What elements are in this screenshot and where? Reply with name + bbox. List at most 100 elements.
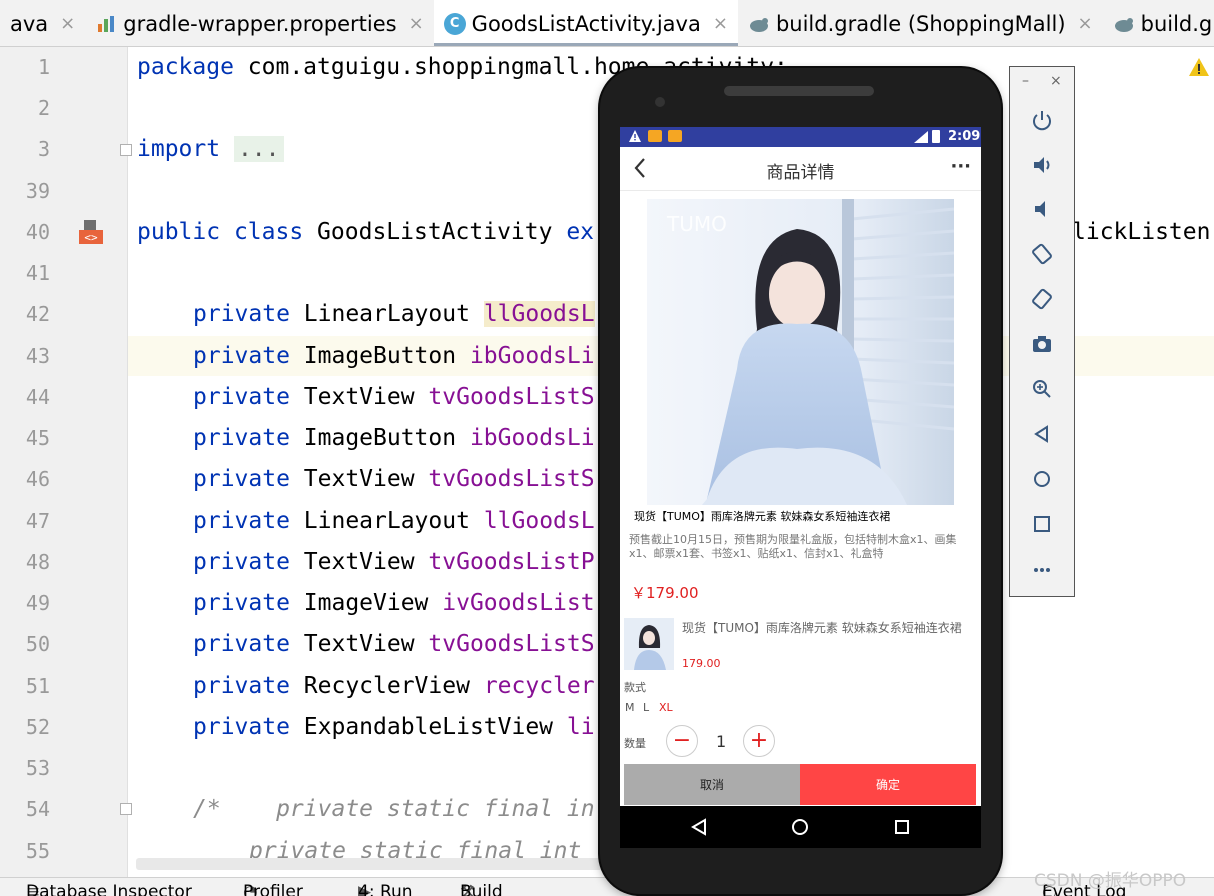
nav-recents-icon[interactable] [893,818,911,840]
line-number: 53 [25,756,50,780]
java-class-icon: C [443,12,466,35]
quantity-label: 数量 [624,737,646,750]
code-line-50: private TextView tvGoodsListS [193,631,595,657]
option-xl[interactable]: XL [659,701,673,714]
horizontal-scrollbar[interactable] [136,858,616,870]
tab-build-gradle-app[interactable]: build.gradle (:ap [1103,0,1214,46]
csdn-watermark: CSDN @振华OPPO [1034,871,1187,891]
code-line-40-tail: lickListen [1072,219,1211,245]
line-number: 47 [25,509,50,533]
tab-java-partial[interactable]: ava × [0,0,85,46]
line-number: 48 [25,550,50,574]
battery-icon [932,130,940,143]
nav-back-icon[interactable] [690,818,708,840]
nav-home-icon[interactable] [791,818,809,840]
increase-quantity-button[interactable]: + [743,725,775,757]
code-line-45: private ImageButton ibGoodsLi [193,425,595,451]
line-number: 54 [25,797,50,821]
close-icon[interactable]: × [1050,73,1062,89]
code-line-54: /* private static final in [193,796,595,822]
more-icon[interactable] [1010,552,1074,586]
close-icon[interactable]: × [713,13,728,34]
zoom-icon[interactable] [1010,372,1074,406]
close-icon[interactable]: × [60,13,75,34]
line-number: 49 [25,591,50,615]
line-number: 2 [37,96,50,120]
back-icon[interactable] [1010,417,1074,451]
earpiece-speaker [724,86,874,96]
warning-icon[interactable] [1188,56,1210,78]
front-camera [655,97,665,107]
code-line-48: private TextView tvGoodsListP [193,549,595,575]
android-studio-window: ava × gradle-wrapper.properties × C Good… [0,0,1214,896]
gradle-icon [748,13,770,35]
tab-gradle-wrapper-properties[interactable]: gradle-wrapper.properties × [85,0,433,46]
tab-goods-list-activity[interactable]: C GoodsListActivity.java × [433,0,739,46]
product-image: TUMO [647,199,954,505]
close-icon[interactable]: × [409,13,424,34]
sku-thumbnail [624,618,674,670]
code-line-44: private TextView tvGoodsListS [193,384,595,410]
line-number: 40 [25,220,50,244]
code-line-51: private RecyclerView recycler [193,673,595,699]
style-label: 款式 [624,681,646,694]
tab-build-gradle-project[interactable]: build.gradle (ShoppingMall) × [738,0,1103,46]
sku-price: 179.00 [682,657,721,670]
line-number: 46 [25,467,50,491]
fold-toggle-icon[interactable] [120,144,132,156]
fold-toggle-icon[interactable] [120,803,132,815]
power-icon[interactable] [1010,103,1074,137]
notification-icon [648,130,662,142]
code-line-47: private LinearLayout llGoodsL [193,508,595,534]
code-line-43: private ImageButton ibGoodsLi [193,343,595,369]
device-screen[interactable]: 2:09 商品详情 ··· TUMO 现货【TUMO】雨库洛牌元素 软妹森女系短… [620,127,981,806]
signal-icon [914,131,928,147]
code-line-3: import ... [137,129,284,170]
notification-icon [668,130,682,142]
line-number: 42 [25,302,50,326]
tab-label: build.gradle (ShoppingMall) [775,11,1066,36]
line-number: 50 [25,632,50,656]
quantity-value: 1 [716,732,727,751]
confirm-button[interactable]: 确定 [800,764,976,805]
minimize-icon[interactable]: – [1022,73,1029,89]
line-number: 41 [25,261,50,285]
rotate-right-icon[interactable] [1010,282,1074,316]
code-line-42: private LinearLayout llGoodsL [193,301,595,327]
overview-icon[interactable] [1010,507,1074,541]
sku-name: 现货【TUMO】雨库洛牌元素 软妹森女系短袖连衣裙 [682,621,962,635]
alert-icon [628,129,642,147]
page-title: 商品详情 [766,163,835,183]
cancel-button[interactable]: 取消 [624,764,800,805]
status-time: 2:09 [948,129,981,144]
code-line-52: private ExpandableListView li [193,714,595,740]
line-number: 55 [25,839,50,863]
volume-down-icon[interactable] [1010,192,1074,226]
product-price: ￥179.00 [631,584,699,602]
rotate-left-icon[interactable] [1010,237,1074,271]
line-number: 43 [25,344,50,368]
android-status-bar: 2:09 [620,127,981,147]
option-m[interactable]: M [625,701,635,714]
home-icon[interactable] [1010,462,1074,496]
decrease-quantity-button[interactable]: − [666,725,698,757]
folded-imports[interactable]: ... [233,136,284,162]
option-l[interactable]: L [643,701,649,714]
svg-text:<>: <> [84,231,98,244]
line-number: 1 [37,55,50,79]
line-number: 44 [25,385,50,409]
close-icon[interactable]: × [1078,13,1093,34]
tab-label: gradle-wrapper.properties [123,11,397,36]
android-nav-bar [620,806,981,848]
line-number: 51 [25,674,50,698]
more-options-icon[interactable]: ··· [950,156,971,177]
code-line-46: private TextView tvGoodsListS [193,466,595,492]
tab-label: GoodsListActivity.java [471,11,701,36]
line-number: 3 [37,137,50,161]
tab-label: ava [10,11,49,36]
tool-window-bar: ≡ Database Inspector ◔ Profiler ▶ 4: Run… [0,877,1214,896]
code-line-49: private ImageView ivGoodsList [193,590,595,616]
camera-icon[interactable] [1010,327,1074,361]
implements-gutter-icon[interactable]: <> [78,219,104,245]
volume-up-icon[interactable] [1010,148,1074,182]
